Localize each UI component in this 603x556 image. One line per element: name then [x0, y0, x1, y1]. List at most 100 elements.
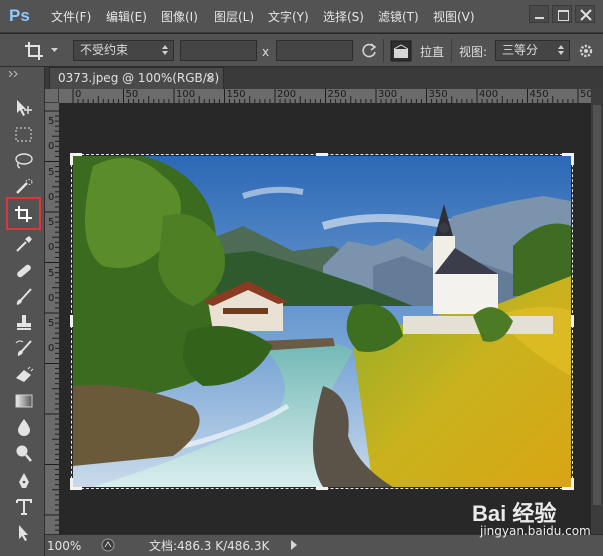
ruler-label: 0	[48, 292, 55, 304]
ruler-label: 50	[125, 89, 139, 100]
settings-gear-icon[interactable]	[577, 42, 595, 60]
ruler-label: 350	[428, 89, 448, 100]
zoom-level[interactable]: 100%	[45, 538, 89, 554]
type-tool[interactable]	[11, 496, 37, 518]
panel-collapse-icon[interactable]	[9, 71, 19, 77]
drop-icon	[18, 419, 30, 436]
eraser-tool[interactable]	[11, 364, 37, 386]
type-icon	[16, 499, 32, 515]
crop-handle-left[interactable]	[70, 315, 82, 327]
crop-handle-bottom-left[interactable]	[70, 478, 82, 490]
status-menu-arrow-icon[interactable]	[291, 540, 298, 550]
status-info-icon[interactable]	[101, 538, 115, 552]
ruler-label: 500	[580, 89, 591, 100]
ratio-select-value: 不受约束	[80, 43, 129, 57]
baidu-jingyan-watermark: Bai 经验 jingyan.baidu.com	[472, 490, 591, 542]
minimize-button[interactable]	[529, 5, 549, 23]
ruler-label: 0	[48, 191, 55, 203]
maximize-button[interactable]	[552, 5, 572, 23]
marquee-tool-icon	[15, 127, 32, 142]
document-tab-title: 0373.jpeg @ 100%(RGB/8)	[58, 71, 220, 85]
ruler-label: 250	[327, 89, 347, 100]
ruler-label: 5	[48, 318, 55, 329]
crop-tool-icon[interactable]	[24, 41, 44, 61]
vertical-ruler[interactable]: 5 0 5 0 5 0 5 0 5 0	[45, 103, 59, 534]
ruler-label: 5	[48, 166, 55, 178]
menu-type[interactable]: 文字(Y)	[268, 9, 309, 25]
crop-handle-top-right[interactable]	[562, 153, 574, 165]
ruler-label: 100	[176, 89, 196, 100]
select-arrows-icon	[162, 45, 168, 55]
eraser-icon	[16, 366, 34, 382]
menu-edit[interactable]: 编辑(E)	[106, 9, 147, 25]
view-select[interactable]: 三等分	[495, 40, 570, 61]
close-button[interactable]	[575, 5, 595, 23]
pen-tool[interactable]	[11, 470, 37, 492]
menu-file[interactable]: 文件(F)	[51, 9, 91, 25]
crop-handle-top[interactable]	[316, 153, 328, 165]
move-tool[interactable]	[11, 97, 37, 119]
menu-filter[interactable]: 滤镜(T)	[378, 9, 419, 25]
crop-handle-top-left[interactable]	[70, 153, 82, 165]
clone-stamp-tool[interactable]	[11, 312, 37, 334]
crop-handle-bottom[interactable]	[316, 478, 328, 490]
brush-icon	[16, 288, 32, 305]
bandage-icon	[17, 264, 31, 278]
ruler-label: 5	[48, 217, 55, 228]
ruler-label: 200	[277, 89, 297, 100]
horizontal-ruler[interactable]: 0 50 100 150 200 250 300 350 400 450 500	[45, 89, 591, 103]
lasso-tool[interactable]	[11, 150, 37, 172]
history-brush-tool[interactable]	[11, 338, 37, 360]
swap-dimensions-icon[interactable]	[360, 42, 378, 60]
crop-height-field[interactable]	[276, 40, 353, 61]
scrollbar-thumb[interactable]	[593, 105, 601, 505]
menu-select[interactable]: 选择(S)	[323, 9, 364, 25]
ruler-label: 0	[75, 89, 82, 100]
straighten-label[interactable]: 拉直	[420, 45, 444, 59]
menu-bar: Ps 文件(F) 编辑(E) 图像(I) 图层(L) 文字(Y) 选择(S) 滤…	[0, 0, 603, 33]
dodge-tool[interactable]	[11, 442, 37, 464]
eyedropper-icon	[16, 236, 32, 252]
crop-handle-right[interactable]	[562, 315, 574, 327]
crop-tool-highlight	[6, 197, 41, 230]
gradient-tool[interactable]	[11, 390, 37, 412]
crop-handle-bottom-right[interactable]	[562, 478, 574, 490]
close-icon	[580, 9, 592, 21]
history-brush-icon	[15, 340, 32, 356]
vertical-scrollbar[interactable]	[591, 89, 603, 534]
tool-preset-arrow-icon[interactable]	[51, 48, 58, 53]
eyedropper-tool[interactable]	[11, 233, 37, 255]
options-divider	[451, 39, 452, 62]
document-tab[interactable]: 0373.jpeg @ 100%(RGB/8) ×	[49, 67, 224, 89]
options-divider	[383, 39, 384, 62]
ruler-label: 0	[48, 141, 55, 153]
marquee-tool[interactable]	[11, 124, 37, 146]
brush-tool[interactable]	[11, 286, 37, 308]
photoshop-logo: Ps	[9, 6, 30, 25]
quick-selection-tool[interactable]	[11, 176, 37, 198]
view-select-value: 三等分	[502, 43, 539, 57]
watermark-url: jingyan.baidu.com	[480, 524, 591, 538]
ratio-select[interactable]: 不受约束	[73, 40, 174, 61]
menu-view[interactable]: 视图(V)	[433, 9, 475, 25]
move-tool-icon	[17, 100, 32, 116]
dimension-separator: x	[262, 45, 270, 59]
select-arrows-icon	[558, 45, 564, 55]
ruler-label: 0	[48, 242, 55, 254]
view-label: 视图:	[459, 45, 488, 59]
lasso-tool-icon	[15, 153, 33, 169]
healing-brush-tool[interactable]	[11, 260, 37, 282]
menu-layer[interactable]: 图层(L)	[214, 9, 254, 25]
tab-close-icon[interactable]: ×	[205, 68, 215, 88]
ruler-origin[interactable]	[45, 89, 59, 103]
ruler-label: 5	[48, 267, 55, 279]
crop-width-field[interactable]	[180, 40, 257, 61]
path-selection-tool[interactable]	[11, 522, 37, 544]
menu-image[interactable]: 图像(I)	[161, 9, 198, 25]
crop-frame[interactable]	[70, 153, 574, 490]
stamp-icon	[17, 315, 31, 330]
ruler-label: 450	[529, 89, 549, 100]
straighten-icon[interactable]	[390, 40, 412, 62]
blur-tool[interactable]	[11, 416, 37, 438]
document-canvas[interactable]	[59, 103, 591, 534]
